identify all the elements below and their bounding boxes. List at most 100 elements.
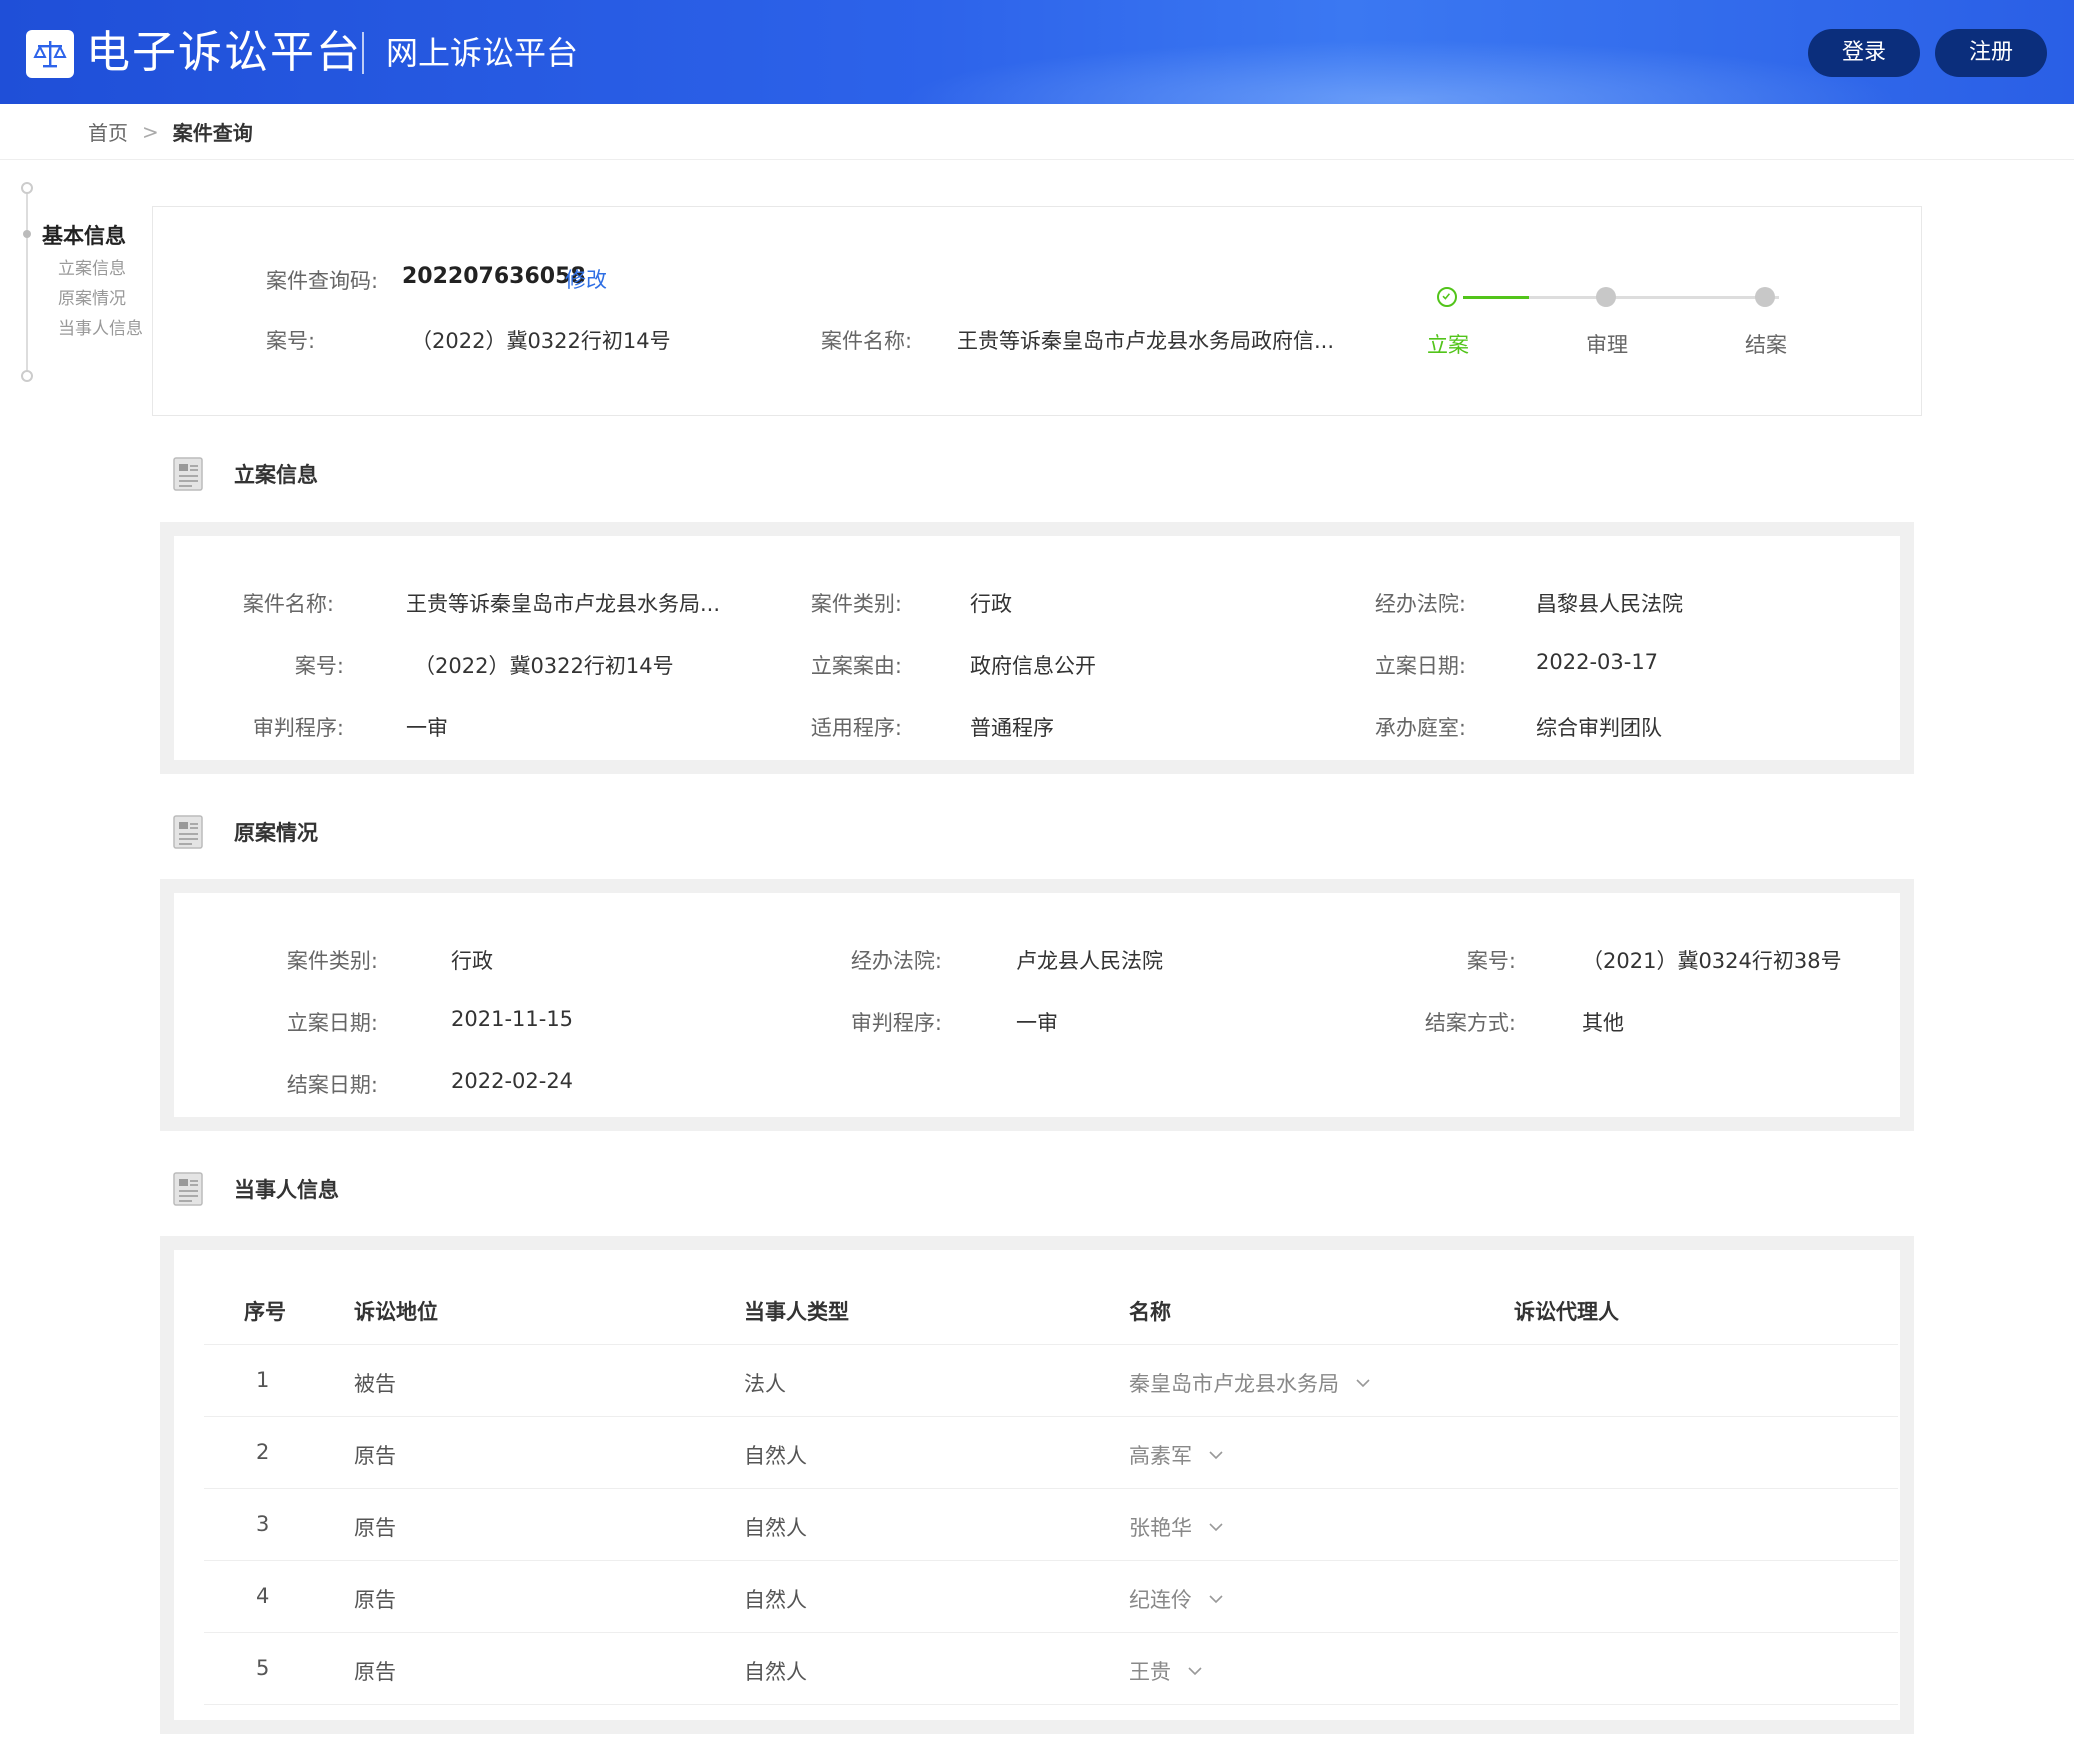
original-closing-date-value: 2022-02-24 xyxy=(451,1069,574,1093)
anchor-filing-info[interactable]: 立案信息 xyxy=(58,254,126,279)
filing-case-name-label: 案件名称: xyxy=(242,592,334,616)
filing-case-type-label: 案件类别: xyxy=(810,592,902,616)
case-no-value: （2022）冀0322行初14号 xyxy=(411,329,671,353)
breadcrumb-current: 案件查询 xyxy=(172,121,253,145)
breadcrumb: 首页 > 案件查询 xyxy=(0,104,2074,160)
top-header: 电子诉讼平台 网上诉讼平台 登录 注册 xyxy=(0,0,2074,104)
row-3-type: 自然人 xyxy=(744,1516,807,1540)
brand-title: 电子诉讼平台 xyxy=(86,27,362,78)
original-section: 案件类别: 行政 经办法院: 卢龙县人民法院 案号: （2021）冀0324行初… xyxy=(160,879,1914,1131)
edit-query-code-link[interactable]: 修改 xyxy=(565,264,607,294)
filing-court-label: 经办法院: xyxy=(1374,592,1466,616)
anchor-party-info[interactable]: 当事人信息 xyxy=(58,314,143,339)
filing-applicable-value: 普通程序 xyxy=(970,716,1054,740)
filing-case-no-value: （2022）冀0322行初14号 xyxy=(414,654,674,678)
header-glow xyxy=(900,40,1900,104)
original-court-value: 卢龙县人民法院 xyxy=(1016,949,1163,973)
col-header-no: 序号 xyxy=(244,1300,286,1324)
case-summary-card: 案件查询码: 202207636058 修改 案号: （2022）冀0322行初… xyxy=(152,206,1922,416)
parties-section-header: 当事人信息 xyxy=(172,1171,339,1207)
row-divider xyxy=(204,1560,1898,1561)
filing-date-label: 立案日期: xyxy=(1374,654,1466,678)
filing-section: 案件名称: 王贵等诉秦皇岛市卢龙县水务局... 案件类别: 行政 经办法院: 昌… xyxy=(160,522,1914,774)
anchor-basic-info[interactable]: 基本信息 xyxy=(42,220,126,250)
filing-procedure-label: 审判程序: xyxy=(252,716,344,740)
row-1-no: 1 xyxy=(256,1368,270,1392)
row-divider xyxy=(204,1416,1898,1417)
original-closing-date-label: 结案日期: xyxy=(286,1073,378,1097)
document-icon xyxy=(173,815,203,849)
chevron-down-icon xyxy=(1356,1379,1370,1388)
chevron-down-icon xyxy=(1209,1451,1223,1460)
row-5-name-dropdown[interactable]: 王贵 xyxy=(1129,1656,1203,1686)
original-procedure-label: 审判程序: xyxy=(850,1011,942,1035)
anchor-start-dot xyxy=(21,182,33,194)
scales-icon-svg xyxy=(33,41,67,68)
original-filing-date-label: 立案日期: xyxy=(286,1011,378,1035)
row-3-role: 原告 xyxy=(354,1516,396,1540)
col-header-role: 诉讼地位 xyxy=(354,1300,438,1324)
row-divider xyxy=(204,1632,1898,1633)
row-4-name-dropdown[interactable]: 纪连伶 xyxy=(1129,1584,1224,1614)
filing-section-title: 立案信息 xyxy=(234,463,318,487)
col-header-agent: 诉讼代理人 xyxy=(1514,1300,1619,1324)
row-2-name: 高素军 xyxy=(1129,1444,1192,1468)
anchor-track xyxy=(26,186,28,378)
original-procedure-value: 一审 xyxy=(1016,1011,1058,1035)
row-1-name: 秦皇岛市卢龙县水务局 xyxy=(1129,1372,1339,1396)
row-3-no: 3 xyxy=(256,1512,270,1536)
original-closing-method-label: 结案方式: xyxy=(1424,1011,1516,1035)
parties-section-title: 当事人信息 xyxy=(234,1178,339,1202)
row-5-no: 5 xyxy=(256,1656,270,1680)
row-2-type: 自然人 xyxy=(744,1444,807,1468)
query-code-label: 案件查询码: xyxy=(266,269,379,293)
chevron-down-icon xyxy=(1209,1595,1223,1604)
original-filing-date-value: 2021-11-15 xyxy=(451,1007,574,1031)
row-4-role: 原告 xyxy=(354,1588,396,1612)
header-divider xyxy=(362,32,364,74)
row-divider xyxy=(204,1704,1898,1705)
row-2-name-dropdown[interactable]: 高素军 xyxy=(1129,1440,1224,1470)
row-3-name-dropdown[interactable]: 张艳华 xyxy=(1129,1512,1224,1542)
step-label-trial: 审理 xyxy=(1586,333,1628,357)
case-no-label: 案号: xyxy=(266,329,316,353)
row-4-type: 自然人 xyxy=(744,1588,807,1612)
document-icon xyxy=(173,1172,203,1206)
row-1-role: 被告 xyxy=(354,1372,396,1396)
query-code-value: 202207636058 xyxy=(402,264,586,289)
original-section-header: 原案情况 xyxy=(172,814,318,850)
header-divider-line xyxy=(204,1344,1898,1345)
anchor-original-case[interactable]: 原案情况 xyxy=(58,284,126,309)
filing-case-no-label: 案号: xyxy=(294,654,344,678)
step-line-done xyxy=(1463,296,1529,299)
col-header-name: 名称 xyxy=(1129,1300,1171,1324)
row-4-name: 纪连伶 xyxy=(1129,1588,1192,1612)
step-dot-trial xyxy=(1596,287,1616,307)
case-name-label: 案件名称: xyxy=(821,329,913,353)
filing-cause-label: 立案案由: xyxy=(810,654,902,678)
anchor-end-dot xyxy=(21,370,33,382)
row-1-name-dropdown[interactable]: 秦皇岛市卢龙县水务局 xyxy=(1129,1368,1371,1398)
filing-date-value: 2022-03-17 xyxy=(1536,650,1659,674)
login-button[interactable]: 登录 xyxy=(1808,29,1920,77)
row-5-role: 原告 xyxy=(354,1660,396,1684)
filing-court-value: 昌黎县人民法院 xyxy=(1536,592,1683,616)
breadcrumb-chevron-right-icon: > xyxy=(142,119,159,144)
row-3-name: 张艳华 xyxy=(1129,1516,1192,1540)
step-dot-closed xyxy=(1755,287,1775,307)
brand-subtitle: 网上诉讼平台 xyxy=(386,34,579,72)
original-case-no-value: （2021）冀0324行初38号 xyxy=(1582,949,1842,973)
step-label-filing: 立案 xyxy=(1427,333,1469,357)
row-2-no: 2 xyxy=(256,1440,270,1464)
original-section-body: 案件类别: 行政 经办法院: 卢龙县人民法院 案号: （2021）冀0324行初… xyxy=(174,893,1900,1117)
row-5-type: 自然人 xyxy=(744,1660,807,1684)
filing-case-name-value: 王贵等诉秦皇岛市卢龙县水务局... xyxy=(406,592,721,616)
breadcrumb-home[interactable]: 首页 xyxy=(88,117,128,146)
anchor-active-dot xyxy=(23,230,31,238)
filing-section-body: 案件名称: 王贵等诉秦皇岛市卢龙县水务局... 案件类别: 行政 经办法院: 昌… xyxy=(174,536,1900,760)
original-section-title: 原案情况 xyxy=(234,821,318,845)
step-label-closed: 结案 xyxy=(1745,333,1787,357)
filing-division-value: 综合审判团队 xyxy=(1536,716,1662,740)
register-button[interactable]: 注册 xyxy=(1935,29,2047,77)
original-case-type-value: 行政 xyxy=(451,949,493,973)
